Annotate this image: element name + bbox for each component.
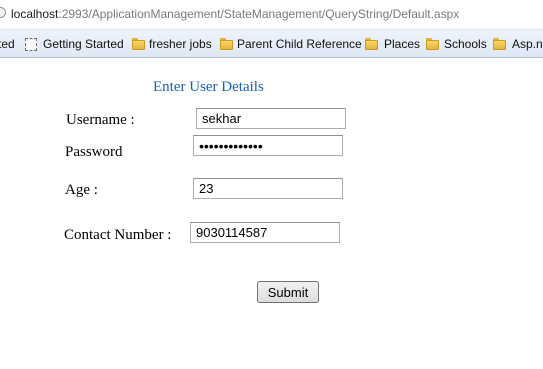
- contact-number-label: Contact Number :: [64, 227, 172, 243]
- folder-icon: [493, 38, 506, 50]
- submit-button[interactable]: Submit: [257, 281, 319, 303]
- folder-icon: [220, 38, 233, 50]
- form-title: Enter User Details: [153, 79, 264, 95]
- password-input[interactable]: [193, 135, 343, 156]
- url-path: :2993/ApplicationManagement/StateManagem…: [58, 7, 460, 21]
- folder-icon: [132, 38, 145, 50]
- page-icon: [25, 38, 37, 51]
- globe-icon: [0, 7, 6, 18]
- bookmark-getting-started[interactable]: Getting Started: [43, 37, 124, 51]
- bookmark-fresher-jobs[interactable]: fresher jobs: [149, 37, 212, 51]
- address-bar[interactable]: localhost:2993/ApplicationManagement/Sta…: [0, 0, 543, 30]
- bookmark-places[interactable]: Places: [384, 37, 420, 51]
- url-text[interactable]: localhost:2993/ApplicationManagement/Sta…: [11, 7, 459, 21]
- age-input[interactable]: [193, 178, 343, 199]
- username-label: Username :: [66, 112, 135, 128]
- bookmark-truncated[interactable]: ted: [0, 37, 15, 51]
- bookmark-asp-net[interactable]: Asp.n: [512, 37, 543, 51]
- age-label: Age :: [65, 182, 98, 198]
- folder-icon: [365, 38, 378, 50]
- contact-number-input[interactable]: [190, 222, 340, 243]
- url-host: localhost: [11, 7, 59, 21]
- bookmark-parent-child-reference[interactable]: Parent Child Reference: [237, 37, 362, 51]
- bookmarks-bar: ted Getting Started fresher jobs Parent …: [0, 30, 543, 58]
- bookmark-schools[interactable]: Schools: [444, 37, 487, 51]
- password-label: Password: [65, 144, 123, 160]
- folder-icon: [426, 38, 439, 50]
- username-input[interactable]: [196, 108, 346, 129]
